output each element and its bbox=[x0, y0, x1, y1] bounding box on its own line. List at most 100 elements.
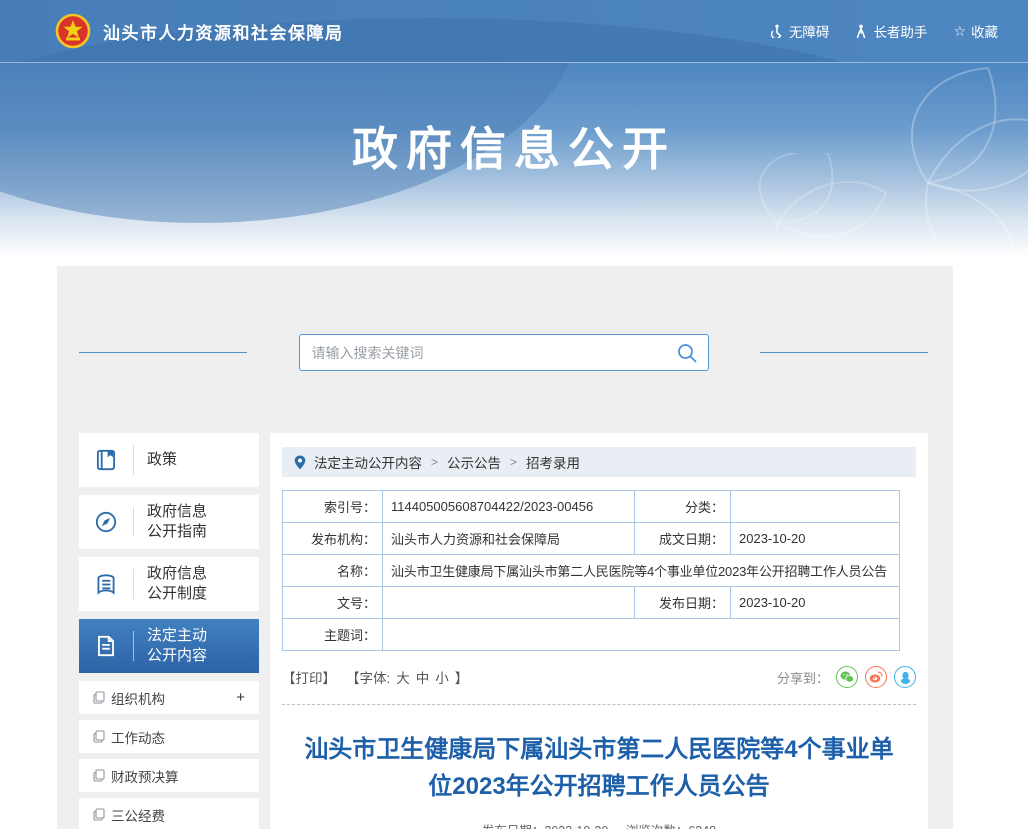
doc-number-label: 文号： bbox=[282, 586, 383, 619]
left-decorative-line bbox=[79, 352, 247, 353]
content-card: 法定主动公开内容 > 公示公告 > 招考录用 索引号： 114405005608… bbox=[270, 433, 928, 829]
sidebar-item-label: 政府信息公开指南 bbox=[147, 502, 208, 540]
regulations-icon bbox=[79, 571, 133, 597]
publish-date-label: 发布日期： bbox=[634, 586, 731, 619]
font-size-group: 【字体: 大 中 小 】 bbox=[346, 667, 468, 687]
font-size-suffix: 】 bbox=[454, 671, 469, 686]
publish-date-value: 2023-10-20 bbox=[730, 586, 900, 619]
page-icon bbox=[93, 730, 105, 743]
main-wrapper: 政策 政府信息公开指南 bbox=[57, 266, 953, 829]
right-decorative-line bbox=[760, 352, 928, 353]
article-title: 汕头市卫生健康局下属汕头市第二人民医院等4个事业单位2023年公开招聘工作人员公… bbox=[304, 736, 894, 801]
divider bbox=[282, 704, 916, 705]
index-number-label: 索引号： bbox=[282, 490, 383, 523]
national-emblem-logo bbox=[55, 13, 91, 49]
accessibility-label: 无障碍 bbox=[788, 25, 830, 40]
breadcrumb-item-statutory[interactable]: 法定主动公开内容 bbox=[314, 452, 422, 472]
toolbar: 【打印】 【字体: 大 中 小 】 分享到： bbox=[282, 666, 916, 688]
font-size-small-button[interactable]: 小 bbox=[435, 667, 449, 687]
article-publish-date: 2023-10-20 bbox=[544, 824, 608, 829]
breadcrumb-item-recruitment[interactable]: 招考录用 bbox=[526, 452, 580, 472]
elder-helper-label: 长者助手 bbox=[873, 25, 928, 40]
category-label: 分类： bbox=[634, 490, 731, 523]
share-group: 分享到： bbox=[777, 666, 916, 688]
search-icon[interactable] bbox=[676, 342, 698, 364]
qq-share-icon[interactable] bbox=[894, 666, 916, 688]
weibo-share-icon[interactable] bbox=[865, 666, 887, 688]
print-button[interactable]: 【打印】 bbox=[282, 667, 336, 687]
page-icon bbox=[93, 808, 105, 821]
search-input[interactable] bbox=[299, 335, 708, 370]
page-banner: 政府信息公开 bbox=[0, 63, 1028, 256]
sidebar-subitem-label: 工作动态 bbox=[111, 730, 165, 746]
divider bbox=[133, 569, 134, 599]
divider bbox=[133, 631, 134, 661]
sidebar-subitem-organization[interactable]: 组织机构 + bbox=[79, 681, 259, 714]
sidebar-subitem-label: 三公经费 bbox=[111, 808, 165, 824]
document-meta-table: 索引号： 114405005608704422/2023-00456 分类： 发… bbox=[282, 490, 900, 651]
table-row: 主题词： bbox=[282, 618, 900, 651]
compass-icon bbox=[79, 509, 133, 535]
table-row: 文号： 发布日期： 2023-10-20 bbox=[282, 586, 900, 619]
article-meta: 发布日期：2023-10-20 浏览次数：6348 bbox=[282, 820, 916, 829]
elder-helper-link[interactable]: 长者助手 bbox=[855, 21, 927, 41]
breadcrumb-separator: > bbox=[510, 455, 518, 469]
page-title: 政府信息公开 bbox=[352, 123, 676, 175]
expand-plus-icon[interactable]: + bbox=[236, 689, 245, 706]
sidebar-item-label: 政策 bbox=[147, 450, 178, 468]
search-box bbox=[298, 334, 709, 371]
category-value bbox=[730, 490, 900, 523]
article-views-label: 浏览次数： bbox=[626, 824, 689, 829]
elder-icon bbox=[857, 24, 866, 38]
sidebar-subitem-work-updates[interactable]: 工作动态 bbox=[79, 720, 259, 753]
keywords-value bbox=[382, 618, 900, 651]
doc-name-value: 汕头市卫生健康局下属汕头市第二人民医院等4个事业单位2023年公开招聘工作人员公… bbox=[382, 554, 900, 587]
table-row: 名称： 汕头市卫生健康局下属汕头市第二人民医院等4个事业单位2023年公开招聘工… bbox=[282, 554, 900, 587]
site-title: 汕头市人力资源和社会保障局 bbox=[103, 23, 344, 43]
sidebar-item-disclosure-guide[interactable]: 政府信息公开指南 bbox=[79, 495, 259, 549]
written-date-label: 成文日期： bbox=[634, 522, 731, 555]
sidebar-item-label: 政府信息公开制度 bbox=[147, 564, 208, 602]
index-number-value: 114405005608704422/2023-00456 bbox=[382, 490, 635, 523]
sidebar-item-statutory-disclosure[interactable]: 法定主动公开内容 bbox=[79, 619, 259, 673]
sidebar-item-policy[interactable]: 政策 bbox=[79, 433, 259, 487]
page-icon bbox=[93, 691, 105, 704]
doc-number-value bbox=[382, 586, 635, 619]
sidebar-item-label: 法定主动公开内容 bbox=[147, 626, 208, 664]
issuing-org-value: 汕头市人力资源和社会保障局 bbox=[382, 522, 635, 555]
breadcrumb-separator: > bbox=[431, 455, 439, 469]
star-icon: ☆ bbox=[953, 23, 966, 39]
sidebar-subitem-budget[interactable]: 财政预决算 bbox=[79, 759, 259, 792]
share-label: 分享到： bbox=[776, 670, 829, 686]
sidebar-item-disclosure-rules[interactable]: 政府信息公开制度 bbox=[79, 557, 259, 611]
wechat-share-icon[interactable] bbox=[836, 666, 858, 688]
breadcrumb-item-notices[interactable]: 公示公告 bbox=[447, 452, 501, 472]
breadcrumb: 法定主动公开内容 > 公示公告 > 招考录用 bbox=[282, 447, 916, 477]
written-date-value: 2023-10-20 bbox=[730, 522, 900, 555]
accessibility-icon bbox=[770, 24, 782, 38]
sidebar-subitem-label: 组织机构 bbox=[111, 691, 165, 707]
book-icon bbox=[79, 447, 133, 473]
favorite-label: 收藏 bbox=[971, 25, 998, 40]
sidebar-subitem-label: 财政预决算 bbox=[111, 769, 179, 785]
header-utilities: 无障碍 长者助手 ☆ 收藏 bbox=[770, 21, 998, 41]
location-pin-icon bbox=[294, 455, 306, 469]
doc-name-label: 名称： bbox=[282, 554, 383, 587]
article-publish-date-label: 发布日期： bbox=[482, 824, 545, 829]
sidebar: 政策 政府信息公开指南 政府信息公开制度 法定主动公开内容 组织机构 + 工作动… bbox=[79, 433, 259, 829]
divider bbox=[133, 507, 134, 537]
font-size-prefix: 【字体: bbox=[346, 671, 391, 686]
font-size-medium-button[interactable]: 中 bbox=[416, 667, 430, 687]
keywords-label: 主题词： bbox=[282, 618, 383, 651]
font-size-large-button[interactable]: 大 bbox=[396, 667, 410, 687]
document-icon bbox=[79, 633, 133, 659]
favorite-link[interactable]: ☆ 收藏 bbox=[953, 21, 998, 41]
search-row bbox=[79, 334, 928, 371]
site-header: 汕头市人力资源和社会保障局 无障碍 长者助手 ☆ 收藏 bbox=[0, 0, 1028, 63]
issuing-org-label: 发布机构： bbox=[282, 522, 383, 555]
divider bbox=[133, 445, 134, 475]
sidebar-subitem-three-public-funds[interactable]: 三公经费 bbox=[79, 798, 259, 829]
table-row: 索引号： 114405005608704422/2023-00456 分类： bbox=[282, 490, 900, 523]
accessibility-link[interactable]: 无障碍 bbox=[770, 21, 830, 41]
article-views: 6348 bbox=[688, 824, 716, 829]
